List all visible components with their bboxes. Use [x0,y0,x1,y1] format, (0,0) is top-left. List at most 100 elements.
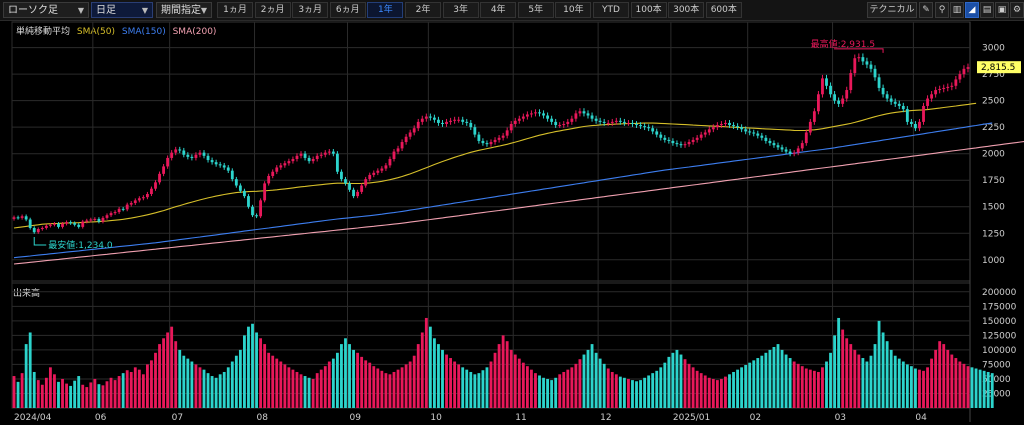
candle-body [736,126,739,128]
volume-bar [348,344,351,408]
candle-body [485,143,489,145]
candle-body [558,125,562,127]
low-marker-line [33,236,47,246]
price-tick-label: 2000 [982,150,1005,160]
volume-bar [877,320,881,408]
volume-bar [905,364,909,408]
price-tick-label: 1250 [982,229,1005,239]
candle-body [550,118,554,122]
candle-body [190,156,194,158]
high-annotation: 最高値:2,931.5 [811,38,875,50]
volume-bar [449,358,452,408]
candle-body [412,128,416,133]
candle-body [586,113,590,116]
candle-body [251,206,254,216]
candle-body [631,122,634,124]
volume-bar [73,380,77,408]
volume-bar [166,332,170,408]
candle-body [133,200,137,204]
volume-bar [861,358,865,408]
volume-bar [327,361,331,408]
candle-body [849,73,853,91]
candle-body [808,121,812,133]
volume-bar [865,361,869,408]
volume-bar [186,358,190,408]
candle-body [57,223,60,227]
volume-bar [259,338,263,408]
volume-bar [307,377,311,408]
candle-body [578,111,582,114]
volume-tick-label: 25000 [982,389,1011,399]
candle-body [400,142,404,149]
volume-bar [420,332,424,408]
candle-body [554,121,558,126]
candle-body [901,105,905,110]
candle-body [287,161,291,164]
candle-body [376,170,380,173]
candle-body [392,151,396,159]
candle-body [950,85,954,87]
candle-body [651,128,655,132]
volume-bar [396,369,400,408]
volume-bar [667,356,671,408]
volume-bar [897,358,901,408]
candle-body [416,121,420,129]
volume-bar [950,354,954,408]
volume-bar [238,349,242,408]
volume-bar [485,367,489,408]
candle-body [703,132,707,135]
volume-bar [291,369,295,408]
candle-body [635,123,638,126]
volume-tick-label: 200000 [982,288,1017,298]
volume-bar [930,358,934,408]
candle-body [538,112,541,114]
candle-body [141,197,145,199]
candle-body [796,148,800,153]
volume-bar [202,369,206,408]
volume-bar [970,367,974,408]
volume-tick-label: 175000 [982,302,1017,312]
volume-bar [32,371,36,408]
volume-bar [481,370,485,408]
volume-bar [255,332,258,408]
volume-bar [121,373,125,408]
volume-bar [222,371,226,408]
volume-bar [582,354,586,408]
candle-body [16,217,20,219]
candle-body [61,223,64,227]
volume-bar [158,344,161,408]
volume-bar [40,384,44,408]
candle-body [691,139,695,143]
candle-body [744,129,748,132]
stock-chart[interactable]: 1000125015001750200022502500275030002500… [0,0,1024,425]
candle-body [234,179,238,186]
volume-bar [445,354,448,408]
candle-body [756,133,760,136]
volume-bar [869,355,873,408]
candle-body [582,111,586,114]
candle-body [764,137,768,141]
volume-bar [812,370,816,408]
volume-bar [48,367,52,408]
volume-bar [428,326,432,408]
volume-bar [16,381,20,408]
candle-body [513,120,517,124]
candle-body [501,135,505,138]
candle-body [81,221,85,227]
candle-body [679,144,683,146]
volume-bar [683,359,687,408]
volume-bar [408,361,412,408]
volume-bar [311,378,315,408]
volume-bar [546,378,550,408]
volume-bar [598,358,602,408]
candle-body [776,145,780,148]
volume-bar [687,363,691,408]
x-tick-label: 10 [430,413,442,423]
candle-body [44,225,48,228]
volume-bar [647,375,651,408]
candle-body [364,179,368,186]
volume-bar [849,344,853,408]
candle-body [404,136,408,143]
volume-bar [412,355,416,408]
candle-body [659,134,663,138]
